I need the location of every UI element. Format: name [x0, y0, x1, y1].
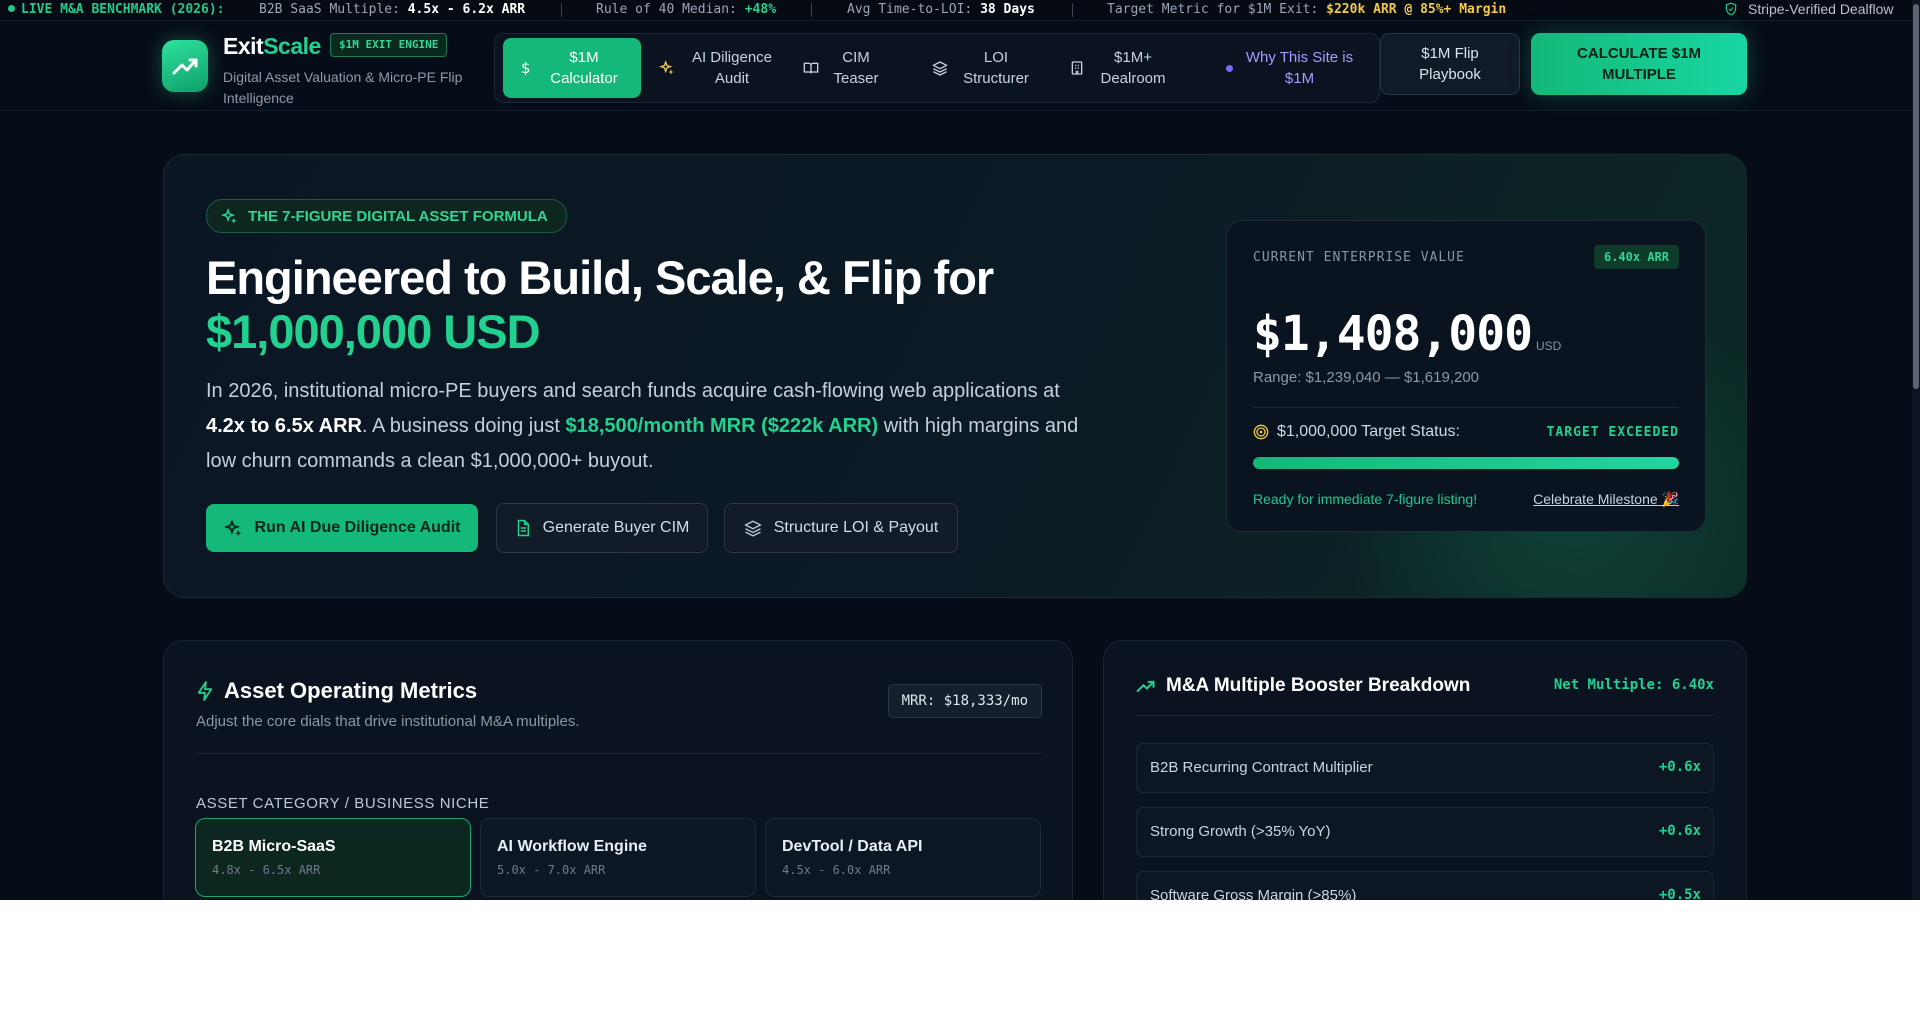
category-card-devtool[interactable]: DevTool / Data API 4.5x - 6.0x ARR	[765, 818, 1041, 897]
nav-item-calculator[interactable]: $ $1M Calculator	[503, 38, 641, 98]
svg-text:$: $	[521, 60, 531, 76]
sparkles-icon	[659, 60, 675, 76]
net-multiple: Net Multiple: 6.40x	[1553, 677, 1714, 693]
ticker-target: Target Metric for $1M Exit: $220k ARR @ …	[1107, 2, 1507, 17]
ticker-separator	[811, 3, 812, 17]
ev-value: $1,408,000 USD	[1253, 306, 1562, 362]
multiple-badge: 6.40x ARR	[1593, 245, 1679, 269]
category-card-ai-workflow[interactable]: AI Workflow Engine 5.0x - 7.0x ARR	[480, 818, 756, 897]
metrics-title: Asset Operating Metrics	[196, 678, 477, 704]
target-status: TARGET EXCEEDED	[1546, 424, 1679, 440]
run-audit-button[interactable]: Run AI Due Diligence Audit	[206, 504, 478, 552]
metrics-subtitle: Adjust the core dials that drive institu…	[196, 713, 580, 730]
live-dot-icon	[8, 5, 15, 12]
calculate-multiple-button[interactable]: CALCULATE $1M MULTIPLE	[1531, 33, 1747, 95]
nav-item-diligence[interactable]: AI Diligence Audit	[653, 38, 783, 98]
divider	[1253, 407, 1679, 408]
booster-title: M&A Multiple Booster Breakdown	[1136, 675, 1470, 697]
category-card-b2b-saas[interactable]: B2B Micro-SaaS 4.8x - 6.5x ARR	[195, 818, 471, 897]
book-icon	[803, 61, 819, 75]
logo[interactable]	[162, 40, 208, 92]
nav-item-dealroom[interactable]: $1M+ Dealroom	[1063, 38, 1177, 98]
progress-fill	[1253, 457, 1679, 469]
ready-text: Ready for immediate 7-figure listing!	[1253, 491, 1478, 507]
ev-label: CURRENT ENTERPRISE VALUE	[1253, 250, 1465, 265]
target-status-row: $1,000,000 Target Status: TARGET EXCEEDE…	[1253, 421, 1679, 443]
dollar-icon: $	[520, 60, 532, 76]
sparkles-icon	[223, 518, 243, 538]
ticker-live: LIVE M&A BENCHMARK (2026):	[8, 2, 225, 17]
target-progress-bar	[1253, 457, 1679, 469]
target-icon	[1253, 424, 1269, 440]
lightning-icon	[196, 680, 214, 702]
app-viewport: LIVE M&A BENCHMARK (2026): B2B SaaS Mult…	[0, 0, 1920, 900]
trending-up-icon	[1136, 678, 1156, 694]
ticker-separator	[561, 3, 562, 17]
tagline: Digital Asset Valuation & Micro-PE Flip …	[223, 69, 463, 106]
divider	[196, 753, 1042, 754]
page-scrollbar[interactable]	[1912, 0, 1920, 900]
layers-icon	[744, 519, 762, 537]
flip-playbook-button[interactable]: $1M Flip Playbook	[1380, 33, 1520, 95]
ticker-rule40: Rule of 40 Median: +48%	[596, 2, 777, 17]
generate-cim-button[interactable]: Generate Buyer CIM	[496, 503, 708, 553]
engine-badge: $1M EXIT ENGINE	[330, 33, 448, 57]
enterprise-value-card: CURRENT ENTERPRISE VALUE 6.40x ARR $1,40…	[1226, 220, 1706, 532]
building-icon	[1070, 60, 1084, 76]
booster-row: Strong Growth (>35% YoY) +0.6x	[1136, 807, 1714, 857]
ticker-verified: Stripe-Verified Dealflow	[1724, 1, 1894, 17]
hero-title: Engineered to Build, Scale, & Flip for $…	[206, 251, 994, 358]
divider	[1136, 715, 1714, 716]
formula-pill: THE 7-FIGURE DIGITAL ASSET FORMULA	[206, 199, 567, 233]
operating-metrics-panel: Asset Operating Metrics Adjust the core …	[163, 640, 1073, 900]
ticker-separator	[1072, 3, 1073, 17]
site-header: ExitScale $1M EXIT ENGINE Digital Asset …	[0, 21, 1912, 111]
sparkles-icon	[221, 207, 238, 225]
nav-item-cim[interactable]: CIM Teaser	[795, 38, 889, 98]
celebrate-link[interactable]: Celebrate Milestone 🎉	[1533, 491, 1679, 508]
hero-section: THE 7-FIGURE DIGITAL ASSET FORMULA Engin…	[163, 154, 1747, 598]
category-label: ASSET CATEGORY / BUSINESS NICHE	[196, 795, 490, 812]
hero-description: In 2026, institutional micro-PE buyers a…	[206, 380, 1079, 472]
document-icon	[515, 519, 531, 537]
brand-name[interactable]: ExitScale	[223, 33, 321, 60]
ev-range: Range: $1,239,040 — $1,619,200	[1253, 369, 1480, 386]
mrr-chip: MRR: $18,333/mo	[887, 684, 1042, 718]
booster-row: Software Gross Margin (>85%) +0.5x	[1136, 871, 1714, 900]
ticker-loi: Avg Time-to-LOI: 38 Days	[847, 2, 1035, 17]
structure-loi-button[interactable]: Structure LOI & Payout	[724, 503, 958, 553]
trending-up-icon	[172, 58, 198, 75]
main-nav: $ $1M Calculator AI Diligence Audit CIM …	[494, 33, 1380, 103]
benchmark-ticker: LIVE M&A BENCHMARK (2026): B2B SaaS Mult…	[0, 0, 1912, 21]
shield-check-icon	[1725, 2, 1737, 16]
layers-icon	[932, 60, 948, 76]
nav-item-loi[interactable]: LOI Structurer	[927, 38, 1037, 98]
nav-item-why[interactable]: Why This Site is $1M	[1215, 38, 1365, 98]
booster-breakdown-panel: M&A Multiple Booster Breakdown Net Multi…	[1103, 640, 1747, 900]
scrollbar-thumb[interactable]	[1913, 4, 1919, 389]
hero-title-amount: $1,000,000 USD	[206, 305, 541, 358]
ticker-saas-multiple: B2B SaaS Multiple: 4.5x - 6.2x ARR	[259, 2, 526, 17]
dot-icon	[1225, 64, 1233, 72]
booster-row: B2B Recurring Contract Multiplier +0.6x	[1136, 743, 1714, 793]
